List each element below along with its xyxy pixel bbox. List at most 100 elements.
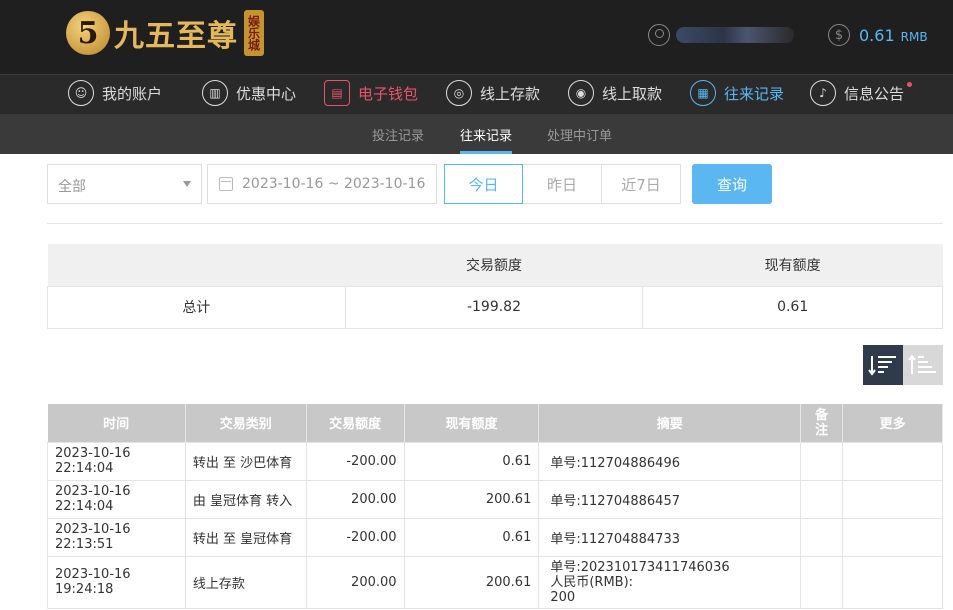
- col-header: 交易额度: [306, 404, 405, 442]
- subtab-bet-records[interactable]: 投注记录: [372, 125, 424, 144]
- logo-emblem: 5: [66, 11, 110, 55]
- divider: [47, 223, 943, 224]
- nav-promotions[interactable]: ▥ 优惠中心: [202, 80, 296, 106]
- nav-e-wallet[interactable]: ▤ 电子钱包: [324, 80, 418, 106]
- cell-remark: [800, 479, 844, 519]
- cell-balance: 200.61: [403, 555, 540, 609]
- nav-transaction-records[interactable]: ▦ 往来记录: [690, 80, 784, 106]
- subtab-transaction-records[interactable]: 往来记录: [460, 125, 513, 154]
- cell-amount: 200.00: [305, 555, 405, 609]
- quick-yesterday-button[interactable]: 昨日: [523, 164, 602, 204]
- summary-header: [47, 244, 346, 286]
- cell-time: 2023-10-16 19:24:18: [47, 555, 186, 609]
- sub-nav: 投注记录 往来记录 处理中订单: [0, 114, 953, 154]
- summary-line: 人民币(RMB):: [550, 574, 634, 590]
- user-icon: ☺: [68, 80, 94, 106]
- cell-remark: [800, 517, 844, 557]
- summary-line: 200: [550, 589, 576, 605]
- cell-amount: 200.00: [305, 479, 405, 519]
- records-icon: ▦: [690, 80, 716, 106]
- records-table: 时间 交易类别 交易额度 现有额度 摘要 备注 更多 2023-10-16 22…: [47, 404, 943, 609]
- user-info[interactable]: [648, 24, 794, 46]
- summary-line: 单号:202310173411746036: [550, 559, 730, 575]
- summary-row: 总计 -199.82 0.61: [47, 285, 943, 329]
- cell-type: 线上存款: [184, 555, 307, 609]
- date-range-input[interactable]: 2023-10-16 ~ 2023-10-16: [207, 164, 437, 204]
- nav-my-account[interactable]: ☺ 我的账户: [68, 80, 162, 106]
- col-header: 交易类别: [185, 404, 307, 442]
- balance-unit: RMB: [900, 29, 928, 44]
- nav-label: 电子钱包: [358, 84, 419, 103]
- nav-deposit[interactable]: ◎ 线上存款: [446, 80, 540, 106]
- nav-label: 线上取款: [602, 84, 663, 103]
- cell-balance: 0.61: [403, 441, 540, 481]
- cell-more[interactable]: [842, 479, 943, 519]
- sort-desc-button[interactable]: [863, 345, 903, 385]
- nav-label: 优惠中心: [236, 84, 297, 103]
- col-header: 更多: [842, 404, 943, 442]
- col-header: 摘要: [538, 404, 802, 442]
- balance-display: $ 0.61 RMB: [828, 24, 928, 46]
- cell-more[interactable]: [842, 441, 943, 481]
- type-select[interactable]: 全部: [47, 164, 202, 204]
- cell-more[interactable]: [842, 555, 943, 609]
- site-logo[interactable]: 5 九五至尊 娱乐城: [66, 10, 264, 56]
- sort-asc-icon: [908, 354, 936, 374]
- cell-summary: 单号:112704884733: [538, 517, 802, 557]
- chevron-down-icon: [183, 181, 191, 187]
- col-header: 时间: [47, 404, 186, 442]
- withdraw-icon: ◉: [568, 80, 594, 106]
- cell-balance: 0.61: [403, 517, 540, 557]
- nav-announcements[interactable]: ♪ 信息公告: [810, 80, 913, 106]
- nav-label: 信息公告: [844, 84, 905, 103]
- wallet-icon: ▤: [324, 80, 350, 106]
- calendar-icon: [219, 177, 233, 191]
- bell-icon: ♪: [810, 80, 836, 106]
- deposit-icon: ◎: [446, 80, 472, 106]
- table-row: 2023-10-16 19:24:18 线上存款 200.00 200.61 单…: [47, 555, 943, 609]
- summary-amount: -199.82: [344, 285, 644, 329]
- table-row: 2023-10-16 22:14:04 由 皇冠体育 转入 200.00 200…: [47, 479, 943, 519]
- subtab-pending-orders[interactable]: 处理中订单: [547, 125, 612, 144]
- logo-badge: 娱乐城: [244, 10, 264, 56]
- col-header: 备注: [800, 404, 844, 442]
- summary-header: 交易额度: [345, 244, 643, 286]
- top-bar: 5 九五至尊 娱乐城 $ 0.61 RMB: [0, 0, 953, 74]
- sort-asc-button[interactable]: [903, 345, 943, 385]
- nav-withdraw[interactable]: ◉ 线上取款: [568, 80, 662, 106]
- nav-label: 往来记录: [724, 84, 785, 103]
- dollar-icon: $: [828, 24, 850, 46]
- cell-time: 2023-10-16 22:13:51: [47, 517, 186, 557]
- cell-time: 2023-10-16 22:14:04: [47, 479, 186, 519]
- balance-value: 0.61: [859, 25, 895, 45]
- col-header: 现有额度: [404, 404, 540, 442]
- sort-buttons: [863, 345, 943, 385]
- gift-icon: ▥: [202, 80, 228, 106]
- cell-type: 转出 至 沙巴体育: [184, 441, 307, 481]
- cell-more[interactable]: [842, 517, 943, 557]
- cell-summary: 单号:202310173411746036 人民币(RMB): 200: [538, 555, 802, 609]
- quick-today-button[interactable]: 今日: [444, 164, 523, 204]
- user-icon: [648, 24, 670, 46]
- cell-remark: [800, 441, 844, 481]
- main-nav: ☺ 我的账户 ▥ 优惠中心 ▤ 电子钱包 ◎ 线上存款 ◉ 线上取款 ▦ 往来记…: [0, 74, 953, 114]
- table-row: 2023-10-16 22:14:04 转出 至 沙巴体育 -200.00 0.…: [47, 441, 943, 481]
- summary-header: 现有额度: [642, 244, 943, 286]
- sort-desc-icon: [868, 356, 896, 376]
- notification-dot: [907, 82, 913, 87]
- cell-type: 转出 至 皇冠体育: [184, 517, 307, 557]
- date-range-value: 2023-10-16 ~ 2023-10-16: [242, 176, 426, 192]
- query-button[interactable]: 查询: [692, 164, 772, 204]
- masked-username: [676, 27, 794, 43]
- nav-label: 线上存款: [480, 84, 541, 103]
- cell-summary: 单号:112704886457: [538, 479, 802, 519]
- summary-label: 总计: [47, 285, 346, 329]
- cell-type: 由 皇冠体育 转入: [184, 479, 307, 519]
- cell-time: 2023-10-16 22:14:04: [47, 441, 186, 481]
- type-select-value: 全部: [58, 179, 86, 195]
- quick-7days-button[interactable]: 近7日: [602, 164, 681, 204]
- summary-balance: 0.61: [642, 285, 943, 329]
- summary-table: 交易额度 现有额度 总计 -199.82 0.61: [47, 244, 943, 329]
- logo-text: 九五至尊: [114, 19, 238, 54]
- cell-amount: -200.00: [305, 517, 405, 557]
